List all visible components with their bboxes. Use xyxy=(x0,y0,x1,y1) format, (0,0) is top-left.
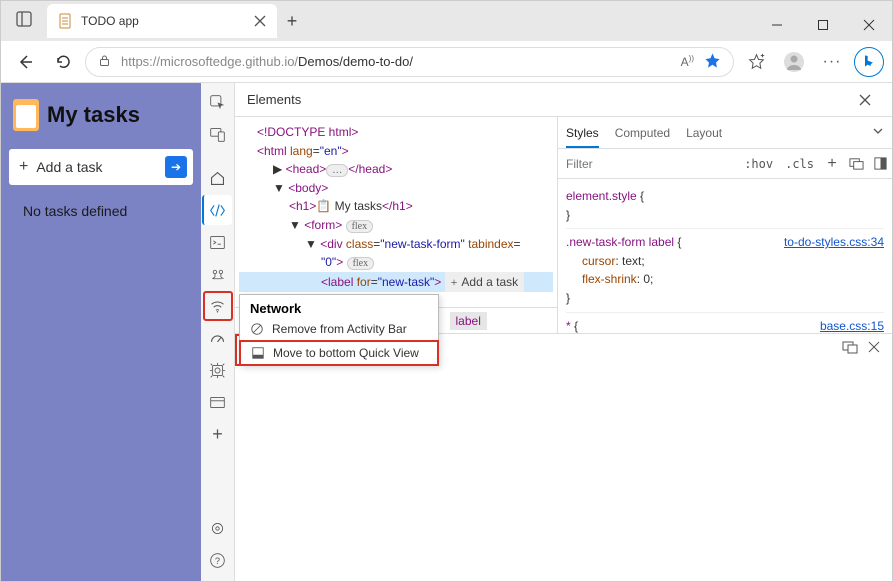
application-icon[interactable] xyxy=(203,387,233,417)
url-text: https://microsoftedge.github.io/Demos/de… xyxy=(121,54,671,69)
styles-tabs: Styles Computed Layout xyxy=(558,117,892,149)
elements-icon[interactable] xyxy=(202,195,232,225)
maximize-button[interactable] xyxy=(800,9,846,41)
styles-pane: Styles Computed Layout :hov .cls + eleme… xyxy=(558,117,892,333)
tab-actions-button[interactable] xyxy=(7,4,41,34)
tab-computed[interactable]: Computed xyxy=(615,126,670,140)
close-tab-icon[interactable] xyxy=(253,14,267,28)
more-tools-icon[interactable]: + xyxy=(203,419,233,449)
new-style-icon[interactable]: + xyxy=(820,155,844,173)
filter-input[interactable] xyxy=(558,149,738,178)
chevron-down-icon[interactable] xyxy=(872,125,884,140)
remove-icon xyxy=(250,322,264,336)
favorite-icon[interactable] xyxy=(704,52,721,72)
move-bottom-icon xyxy=(251,346,265,360)
devtools-panel: Elements <!DOCTYPE html> <html lang="en"… xyxy=(235,83,892,581)
performance-icon[interactable] xyxy=(203,323,233,353)
context-remove[interactable]: Remove from Activity Bar xyxy=(240,318,438,340)
bing-button[interactable] xyxy=(854,47,884,77)
back-button[interactable] xyxy=(9,46,41,78)
add-task-placeholder: Add a task xyxy=(36,159,102,175)
activity-bar: + ? xyxy=(201,83,235,581)
cls-toggle[interactable]: .cls xyxy=(779,157,820,171)
menu-icon[interactable]: ··· xyxy=(816,46,848,78)
browser-tab[interactable]: TODO app xyxy=(47,4,277,38)
plus-icon: + xyxy=(19,158,28,176)
sources-icon[interactable] xyxy=(203,259,233,289)
close-devtools-button[interactable] xyxy=(850,85,880,115)
computed-toggle-icon[interactable] xyxy=(844,156,868,171)
context-menu: Network Remove from Activity Bar Move to… xyxy=(239,294,439,366)
page-icon xyxy=(57,13,73,29)
device-icon[interactable] xyxy=(203,119,233,149)
help-icon[interactable]: ? xyxy=(203,545,233,575)
close-window-button[interactable] xyxy=(846,9,892,41)
profile-icon[interactable] xyxy=(778,46,810,78)
dom-tree[interactable]: <!DOCTYPE html> <html lang="en"> ▶ <head… xyxy=(235,117,557,307)
reader-icon[interactable]: A)) xyxy=(681,54,694,69)
devtools-header: Elements xyxy=(235,83,892,117)
lock-icon xyxy=(98,54,111,70)
tab-layout[interactable]: Layout xyxy=(686,126,722,140)
styles-filter-bar: :hov .cls + xyxy=(558,149,892,179)
dom-pane: <!DOCTYPE html> <html lang="en"> ▶ <head… xyxy=(235,117,558,333)
hov-toggle[interactable]: :hov xyxy=(738,157,779,171)
new-tab-button[interactable]: + xyxy=(277,4,307,38)
welcome-icon[interactable] xyxy=(203,163,233,193)
app-title: My tasks xyxy=(47,102,140,128)
drawer-close-icon[interactable] xyxy=(868,340,880,359)
clipboard-icon xyxy=(13,99,39,131)
app-pane: My tasks + Add a task ➔ No tasks defined xyxy=(1,83,201,581)
layout-toggle-icon[interactable] xyxy=(868,156,892,171)
svg-text:?: ? xyxy=(215,555,220,565)
collections-icon[interactable] xyxy=(740,46,772,78)
titlebar: TODO app + xyxy=(1,1,892,41)
style-rules[interactable]: element.style {} .new-task-form label { … xyxy=(558,179,892,333)
submit-button[interactable]: ➔ xyxy=(165,156,187,178)
context-title: Network xyxy=(240,295,438,318)
network-icon[interactable] xyxy=(203,291,233,321)
inspect-icon[interactable] xyxy=(203,87,233,117)
minimize-button[interactable] xyxy=(754,9,800,41)
context-move[interactable]: Move to bottom Quick View xyxy=(239,340,439,366)
memory-icon[interactable] xyxy=(203,355,233,385)
address-bar[interactable]: https://microsoftedge.github.io/Demos/de… xyxy=(85,47,734,77)
tab-styles[interactable]: Styles xyxy=(566,126,599,148)
panel-title: Elements xyxy=(247,92,301,107)
refresh-button[interactable] xyxy=(47,46,79,78)
toolbar: https://microsoftedge.github.io/Demos/de… xyxy=(1,41,892,83)
window-controls xyxy=(754,9,892,41)
settings-icon[interactable] xyxy=(203,513,233,543)
empty-state: No tasks defined xyxy=(9,199,193,223)
add-task-input[interactable]: + Add a task ➔ xyxy=(9,149,193,185)
app-header: My tasks xyxy=(9,95,193,135)
tab-title: TODO app xyxy=(81,14,245,28)
drawer-dock-icon[interactable] xyxy=(842,340,858,359)
tab-strip: TODO app + xyxy=(1,1,307,41)
console-icon[interactable] xyxy=(203,227,233,257)
